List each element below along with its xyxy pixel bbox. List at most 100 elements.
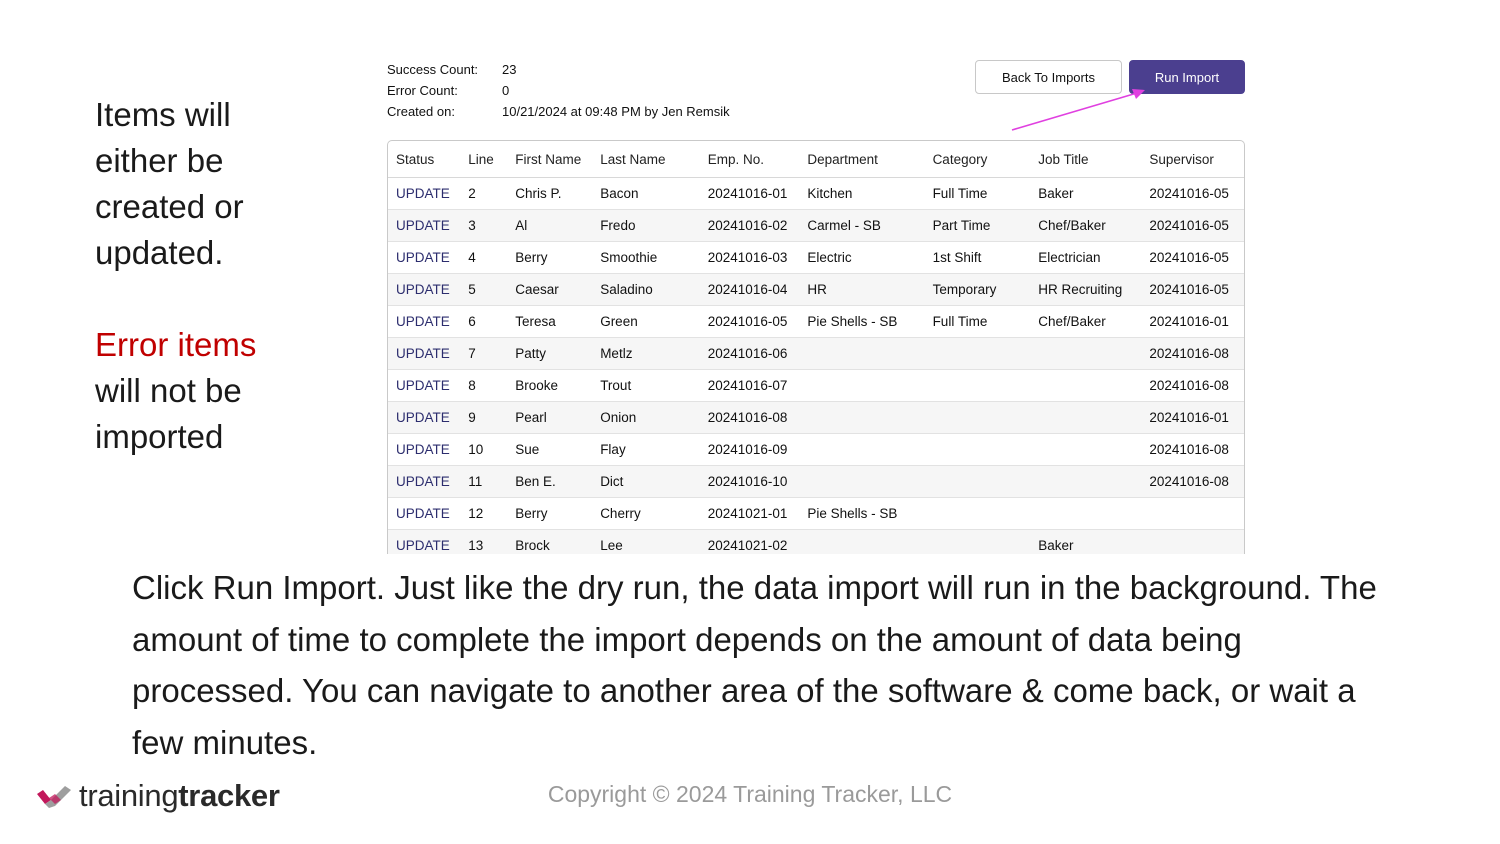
- table-cell: Electric: [799, 241, 925, 274]
- table-header-row: Status Line First Name Last Name Emp. No. Dep…: [388, 141, 1244, 178]
- table-cell: 3: [460, 209, 508, 242]
- table-cell: [924, 433, 1031, 466]
- table-cell: 20241016-10: [699, 465, 800, 498]
- table-cell: Pearl: [507, 401, 593, 434]
- table-cell: Chef/Baker: [1030, 305, 1142, 338]
- table-cell: 20241016-01: [1141, 401, 1244, 434]
- table-cell: [799, 401, 925, 434]
- table-row: UPDATE 4 Berry Smoothie 20241016-03 Electric 1…: [388, 241, 1244, 274]
- table-cell: [799, 529, 925, 554]
- created-on-value: 10/21/2024 at 09:48 PM by Jen Remsik: [502, 104, 730, 119]
- table-cell: 6: [460, 305, 508, 338]
- table-row: UPDATE 5 Caesar Saladino 20241016-04 HR Tempor…: [388, 273, 1244, 306]
- table-cell: [1141, 529, 1244, 554]
- table-cell: Patty: [507, 337, 593, 370]
- table-cell: Berry: [507, 497, 593, 530]
- table-cell: Chef/Baker: [1030, 209, 1142, 242]
- table-cell: Fredo: [592, 209, 700, 242]
- table-cell: Saladino: [592, 273, 700, 306]
- table-row: UPDATE 6 Teresa Green 20241016-05 Pie Shells …: [388, 305, 1244, 338]
- table-cell: [924, 465, 1031, 498]
- status-cell: UPDATE: [388, 305, 461, 338]
- table-cell: 4: [460, 241, 508, 274]
- table-cell: 1st Shift: [924, 241, 1031, 274]
- table-cell: Flay: [592, 433, 700, 466]
- table-row: UPDATE 8 Brooke Trout 20241016-07 20241016-08: [388, 369, 1244, 402]
- error-note-line: Error items: [95, 326, 257, 363]
- table-cell: Green: [592, 305, 700, 338]
- instruction-caption: Click Run Import. Just like the dry run,…: [132, 569, 1377, 761]
- table-cell: Chris P.: [507, 177, 593, 210]
- table-cell: Smoothie: [592, 241, 700, 274]
- table-cell: 10: [460, 433, 508, 466]
- table-cell: 7: [460, 337, 508, 370]
- status-cell: UPDATE: [388, 241, 461, 274]
- table-cell: 12: [460, 497, 508, 530]
- table-cell: 20241016-01: [699, 177, 800, 210]
- table-cell: 20241021-02: [699, 529, 800, 554]
- pointer-arrow-icon: [1011, 89, 1145, 131]
- table-cell: Lee: [592, 529, 700, 554]
- status-cell: UPDATE: [388, 273, 461, 306]
- table-cell: [1030, 369, 1142, 402]
- table-cell: Carmel - SB: [799, 209, 925, 242]
- table-cell: [924, 337, 1031, 370]
- table-cell: Trout: [592, 369, 700, 402]
- table-cell: 11: [460, 465, 508, 498]
- table-cell: 9: [460, 401, 508, 434]
- status-cell: UPDATE: [388, 369, 461, 402]
- table-cell: Electrician: [1030, 241, 1142, 274]
- success-count-label: Success Count:: [387, 62, 479, 77]
- table-cell: 20241016-05: [1141, 273, 1244, 306]
- table-cell: 20241016-08: [1141, 465, 1244, 498]
- table-cell: Dict: [592, 465, 700, 498]
- table-cell: 20241016-07: [699, 369, 800, 402]
- status-cell: UPDATE: [388, 177, 461, 210]
- table-cell: Berry: [507, 241, 593, 274]
- table-cell: HR Recruiting: [1030, 273, 1142, 306]
- table-row: UPDATE 13 Brock Lee 20241021-02 Baker: [388, 529, 1244, 554]
- table-cell: 20241021-01: [699, 497, 800, 530]
- note-line: updated.: [95, 234, 224, 271]
- table-cell: Caesar: [507, 273, 593, 306]
- created-on-label: Created on:: [387, 104, 455, 119]
- table-cell: Onion: [592, 401, 700, 434]
- table-cell: 20241016-05: [1141, 241, 1244, 274]
- table-body: UPDATE 2 Chris P. Bacon 20241016-01 Kitchen Fu…: [388, 177, 1244, 554]
- error-count-value: 0: [502, 83, 510, 98]
- table-cell: 20241016-09: [699, 433, 800, 466]
- table-cell: 20241016-08: [1141, 433, 1244, 466]
- status-cell: UPDATE: [388, 529, 461, 554]
- table-cell: Brooke: [507, 369, 593, 402]
- table-cell: [1030, 465, 1142, 498]
- status-cell: UPDATE: [388, 465, 461, 498]
- note-line: created or: [95, 188, 244, 225]
- table-cell: 20241016-06: [699, 337, 800, 370]
- table-cell: 20241016-03: [699, 241, 800, 274]
- column-header: Department: [799, 141, 925, 178]
- import-preview-table: Status Line First Name Last Name Emp. No. Dep…: [387, 140, 1245, 554]
- table-cell: 20241016-05: [699, 305, 800, 338]
- copyright-footer: Copyright © 2024 Training Tracker, LLC: [547, 781, 953, 807]
- table-cell: [799, 433, 925, 466]
- note-line: either be: [95, 142, 224, 179]
- table-row: UPDATE 2 Chris P. Bacon 20241016-01 Kitchen Fu…: [388, 177, 1244, 210]
- table-cell: [924, 369, 1031, 402]
- table-cell: 8: [460, 369, 508, 402]
- column-header: Line: [460, 141, 508, 178]
- status-cell: UPDATE: [388, 433, 461, 466]
- table-cell: Full Time: [924, 305, 1031, 338]
- status-cell: UPDATE: [388, 337, 461, 370]
- table-row: UPDATE 9 Pearl Onion 20241016-08 20241016-01: [388, 401, 1244, 434]
- table-cell: [924, 529, 1031, 554]
- table-cell: Brock: [507, 529, 593, 554]
- column-header: Job Title: [1030, 141, 1142, 178]
- table-cell: Bacon: [592, 177, 700, 210]
- table-cell: Kitchen: [799, 177, 925, 210]
- column-header: Status: [388, 141, 461, 178]
- table-row: UPDATE 11 Ben E. Dict 20241016-10 20241016-08: [388, 465, 1244, 498]
- note-line: Items will: [95, 96, 231, 133]
- import-summary: Success Count: 23 Error Count: 0 Created…: [387, 59, 730, 122]
- table-cell: HR: [799, 273, 925, 306]
- table-cell: [924, 497, 1031, 530]
